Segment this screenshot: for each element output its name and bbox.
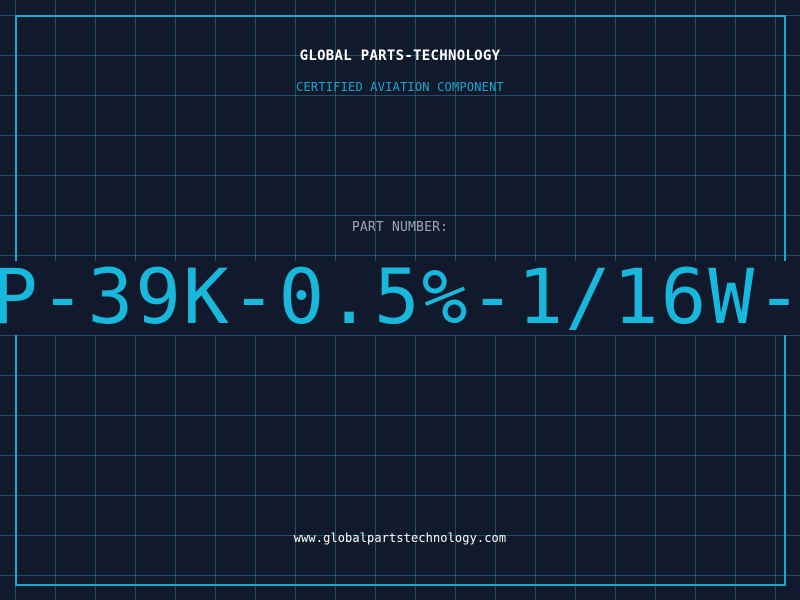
website-url: www.globalpartstechnology.com [293,531,507,545]
part-number-text: P-39K-0.5%-1/16W-0 [0,252,800,341]
brand-name: GLOBAL PARTS-TECHNOLOGY [299,48,501,64]
part-number-value: P-39K-0.5%-1/16W-0 [0,252,800,342]
part-number-label: PART NUMBER: [351,220,449,235]
brand-tagline: CERTIFIED AVIATION COMPONENT [296,80,504,94]
